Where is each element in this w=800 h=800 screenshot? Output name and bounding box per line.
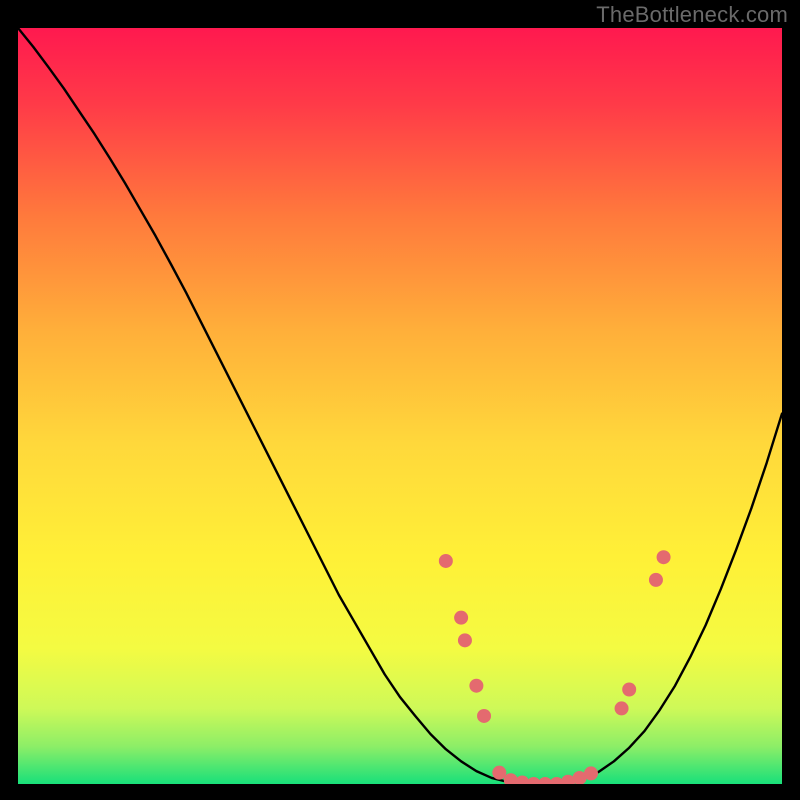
curve-marker (649, 573, 663, 587)
curve-marker (439, 554, 453, 568)
chart-frame: TheBottleneck.com (0, 0, 800, 800)
curve-marker (492, 766, 506, 780)
curve-marker (454, 611, 468, 625)
chart-svg (18, 28, 782, 784)
curve-marker (584, 766, 598, 780)
curve-marker (469, 679, 483, 693)
curve-marker (657, 550, 671, 564)
curve-marker (622, 683, 636, 697)
chart-plot (18, 28, 782, 784)
watermark-text: TheBottleneck.com (596, 2, 788, 28)
curve-marker (477, 709, 491, 723)
curve-marker (615, 701, 629, 715)
chart-background (18, 28, 782, 784)
curve-marker (458, 633, 472, 647)
